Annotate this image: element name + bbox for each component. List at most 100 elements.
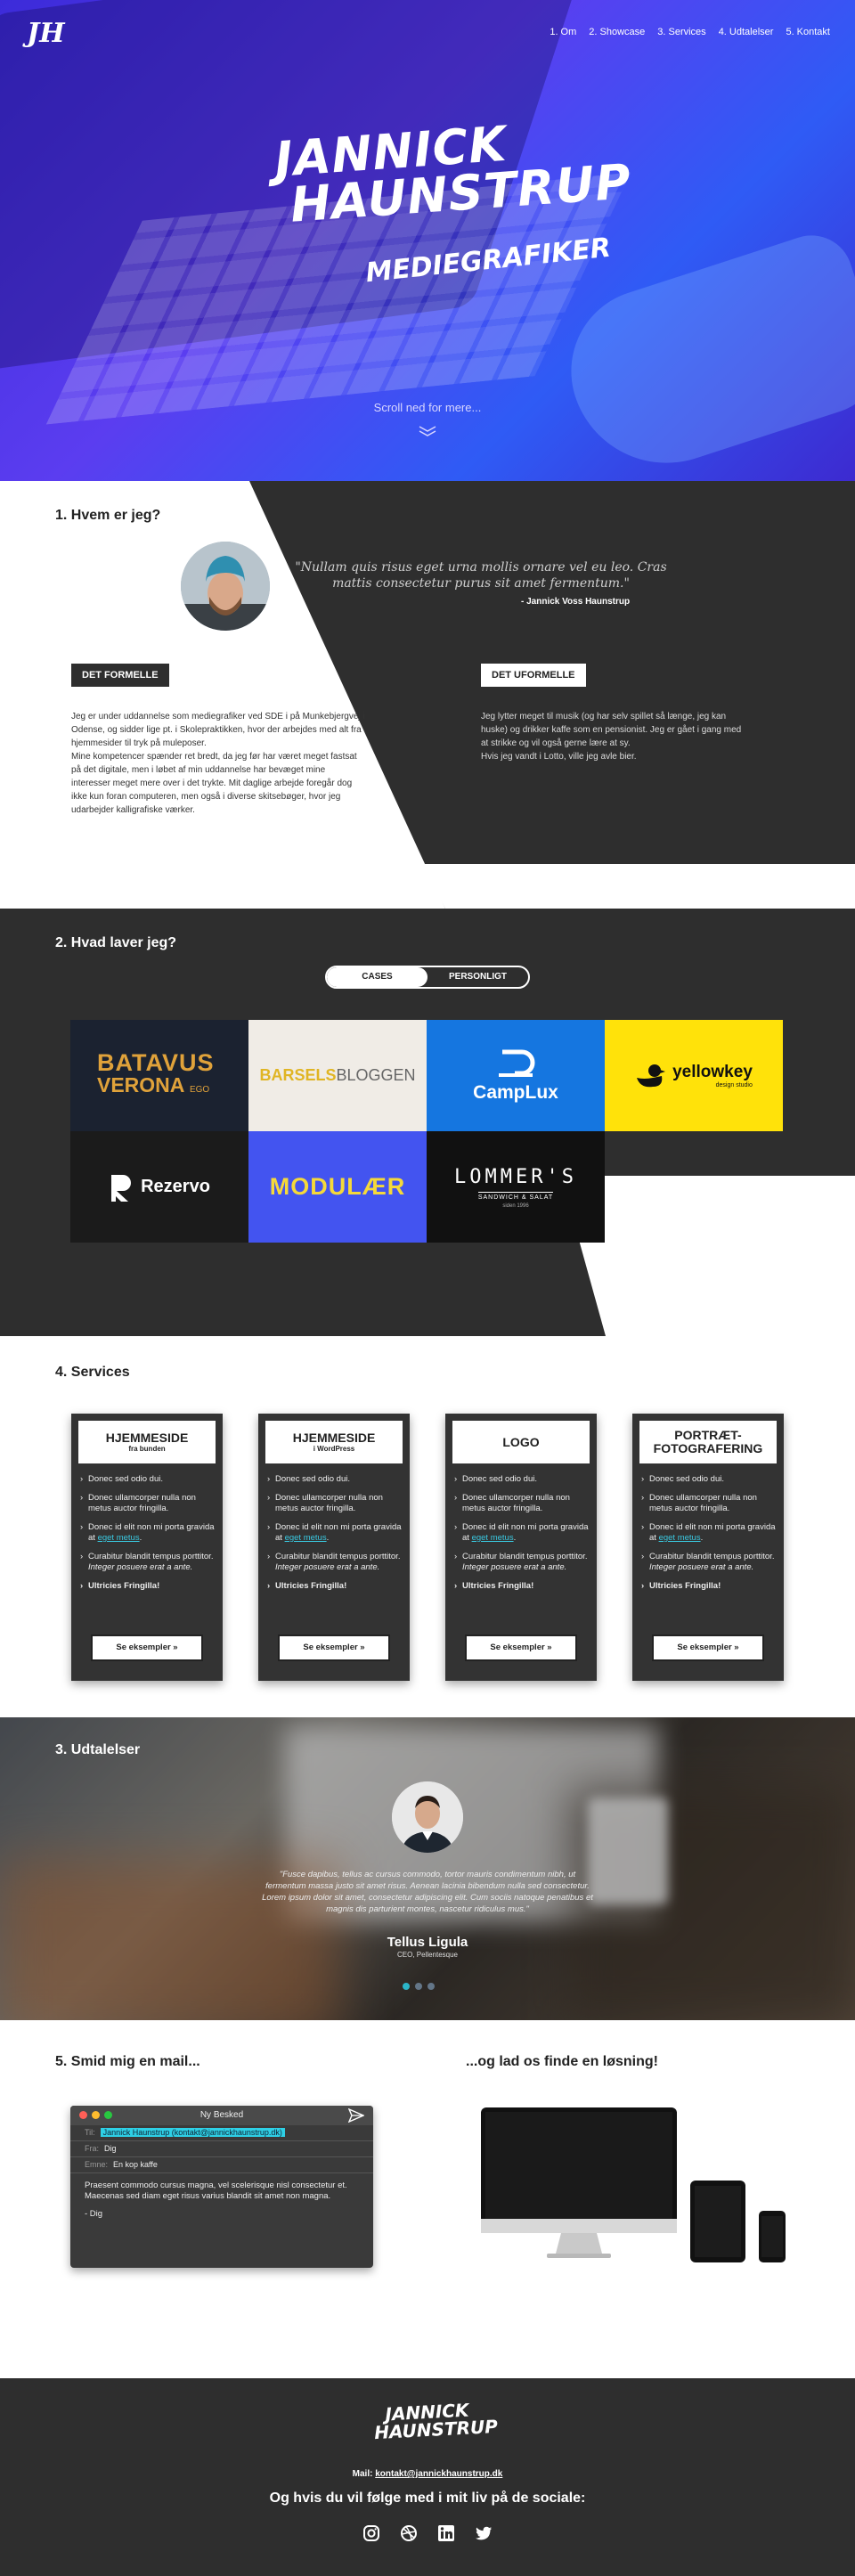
toggle-cases[interactable]: CASES <box>327 967 428 987</box>
service-card-title: HJEMMESIDE <box>105 1431 189 1445</box>
slider-dot[interactable] <box>415 1983 422 1990</box>
scroll-hint[interactable]: Scroll ned for mere... <box>0 401 855 414</box>
service-card-title: LOGO <box>502 1434 540 1449</box>
linkedin-icon[interactable] <box>437 2524 455 2542</box>
see-examples-button[interactable]: Se eksempler » <box>278 1634 390 1661</box>
showcase-section: 2. Hvad laver jeg? CASES PERSONLIGT BATA… <box>0 909 855 1336</box>
chevron-down-icon[interactable] <box>419 426 436 436</box>
avatar <box>181 542 270 631</box>
tile-label: yellowkey <box>672 1063 753 1081</box>
social-icons <box>0 2524 855 2542</box>
service-feature: Curabitur blandit tempus porttitor. Inte… <box>454 1552 590 1573</box>
footer-logo[interactable]: JANNICK HAUNSTRUP <box>0 2381 855 2461</box>
tile-label: Rezervo <box>141 1177 210 1196</box>
nav-item-udtalelser[interactable]: 4. Udtalelser <box>719 27 774 37</box>
service-feature-list: Donec sed odio dui. Donec ullamcorper nu… <box>454 1474 590 1600</box>
service-feature: Ultricies Fringilla! <box>454 1581 590 1592</box>
service-card-hjemmeside-wordpress: HJEMMESIDE i WordPress Donec sed odio du… <box>258 1414 410 1681</box>
nav-item-kontakt[interactable]: 5. Kontakt <box>786 27 830 37</box>
nav-item-showcase[interactable]: 2. Showcase <box>589 27 645 37</box>
about-quote: "Nullam quis risus eget urna mollis orna… <box>295 560 667 591</box>
toggle-personligt[interactable]: PERSONLIGT <box>428 967 528 987</box>
mail-titlebar: Ny Besked <box>70 2106 373 2125</box>
testimonial-position: CEO, Pellentesque <box>396 1951 459 1959</box>
testimonial-quote: "Fusce dapibus, tellus ac cursus commodo… <box>262 1870 593 1914</box>
nav-item-om[interactable]: 1. Om <box>550 27 576 37</box>
twitter-icon[interactable] <box>475 2524 493 2542</box>
showcase-toggle: CASES PERSONLIGT <box>325 966 530 989</box>
service-feature-link[interactable]: eget metus <box>285 1533 327 1543</box>
service-card-title: FOTOGRAFERING <box>653 1441 763 1455</box>
mail-window: Ny Besked Til: Jannick Haunstrup (kontakt… <box>70 2106 373 2268</box>
about-quote-author: - Jannick Voss Haunstrup <box>521 597 631 607</box>
tile-batavus-verona[interactable]: BATAVUS VERONA EGO <box>70 1020 248 1131</box>
formal-paragraph: Mine kompetencer spænder ret bredt, da j… <box>71 752 357 815</box>
instagram-icon[interactable] <box>362 2524 380 2542</box>
see-examples-button[interactable]: Se eksempler » <box>652 1634 764 1661</box>
tile-lommers[interactable]: LOMMER'S SANDWICH & SALAT siden 1996 <box>427 1131 605 1243</box>
service-feature: Donec sed odio dui. <box>80 1474 216 1485</box>
mail-from-row[interactable]: Fra: Dig <box>70 2141 373 2157</box>
service-card-title: HJEMMESIDE <box>292 1431 376 1445</box>
tile-rezervo[interactable]: Rezervo <box>70 1131 248 1243</box>
tile-label: BLOGGEN <box>336 1066 416 1084</box>
tile-label-main: VERONA <box>97 1072 184 1096</box>
service-feature-emphasis: Integer posuere erat a ante. <box>88 1562 193 1572</box>
dribbble-icon[interactable] <box>400 2524 418 2542</box>
tile-label: LOMMER'S <box>454 1165 577 1188</box>
service-feature: Curabitur blandit tempus porttitor. Inte… <box>80 1552 216 1573</box>
slider-dot[interactable] <box>403 1983 410 1990</box>
section-heading: 3. Udtalelser <box>55 1742 141 1757</box>
service-card-title: PORTRÆT- <box>674 1428 742 1442</box>
service-feature-list: Donec sed odio dui. Donec ullamcorper nu… <box>641 1474 777 1600</box>
site-logo[interactable]: JH <box>27 18 65 49</box>
service-feature: Donec id elit non mi porta gravida at eg… <box>641 1522 777 1544</box>
service-feature-link[interactable]: eget metus <box>472 1533 514 1543</box>
contact-section: 5. Smid mig en mail... ...og lad os find… <box>0 2020 855 2378</box>
nav-item-services[interactable]: 3. Services <box>657 27 705 37</box>
footer-mail-link[interactable]: kontakt@jannickhaunstrup.dk <box>375 2469 502 2479</box>
testimonial-name: Tellus Ligula <box>387 1935 468 1950</box>
mail-subject-label: Emne: <box>85 2160 109 2169</box>
rezervo-logo-icon <box>111 1174 132 1202</box>
service-card-subtitle: i WordPress <box>313 1445 355 1453</box>
avatar <box>392 1781 463 1853</box>
service-feature: Curabitur blandit tempus porttitor. Inte… <box>267 1552 403 1573</box>
mail-body[interactable]: Praesent commodo cursus magna, vel scele… <box>70 2173 373 2234</box>
service-feature: Curabitur blandit tempus porttitor. Inte… <box>641 1552 777 1573</box>
tile-modulaer[interactable]: MODULÆR <box>248 1131 427 1243</box>
slider-dot[interactable] <box>428 1983 435 1990</box>
mail-body-text: Praesent commodo cursus magna, vel scele… <box>85 2181 347 2201</box>
service-feature-text: Curabitur blandit tempus porttitor. <box>275 1552 401 1561</box>
send-icon[interactable] <box>348 2108 364 2123</box>
section-heading: ...og lad os finde en løsning! <box>466 2054 658 2069</box>
tile-sublabel: design studio <box>715 1082 753 1088</box>
see-examples-button[interactable]: Se eksempler » <box>465 1634 577 1661</box>
devices-illustration <box>481 2107 786 2262</box>
service-feature-text: Curabitur blandit tempus porttitor. <box>649 1552 775 1561</box>
slider-dots <box>403 1983 435 1990</box>
service-feature: Donec id elit non mi porta gravida at eg… <box>267 1522 403 1544</box>
tile-barselsbloggen[interactable]: BARSELS BLOGGEN <box>248 1020 427 1131</box>
testimonials-section: 3. Udtalelser "Fusce dapibus, tellus ac … <box>0 1717 855 2020</box>
tile-label: MODULÆR <box>269 1173 406 1200</box>
service-feature: Donec sed odio dui. <box>267 1474 403 1485</box>
about-white-panel <box>0 481 445 909</box>
service-card-hjemmeside-bunden: HJEMMESIDE fra bunden Donec sed odio dui… <box>71 1414 223 1681</box>
footer: JANNICK HAUNSTRUP Mail: kontakt@jannickh… <box>0 2378 855 2576</box>
tile-camplux[interactable]: CampLux <box>427 1020 605 1131</box>
mail-window-title: Ny Besked <box>200 2110 244 2120</box>
mail-subject-row[interactable]: Emne: En kop kaffe <box>70 2157 373 2173</box>
service-feature: Donec ullamcorper nulla non metus auctor… <box>641 1493 777 1514</box>
see-examples-button[interactable]: Se eksempler » <box>91 1634 203 1661</box>
service-feature-link[interactable]: eget metus <box>98 1533 140 1543</box>
service-feature-link[interactable]: eget metus <box>659 1533 701 1543</box>
section-heading: 2. Hvad laver jeg? <box>55 935 177 950</box>
service-feature: Donec ullamcorper nulla non metus auctor… <box>80 1493 216 1514</box>
service-feature: Ultricies Fringilla! <box>641 1581 777 1592</box>
service-feature: Donec sed odio dui. <box>641 1474 777 1485</box>
hero-name: JANNICK HAUNSTRUP <box>273 112 632 233</box>
tile-yellowkey[interactable]: yellowkey design studio <box>605 1020 783 1131</box>
informal-text: Jeg lytter meget til musik (og har selv … <box>481 710 748 763</box>
mail-to-row[interactable]: Til: Jannick Haunstrup (kontakt@jannickha… <box>70 2125 373 2141</box>
